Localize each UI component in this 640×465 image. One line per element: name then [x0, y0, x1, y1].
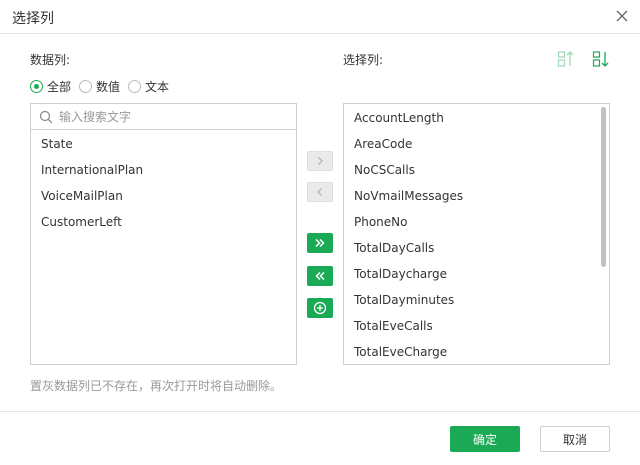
- dialog-titlebar: 选择列: [0, 0, 640, 34]
- column-type-filter: 全部 数值 文本: [30, 78, 169, 95]
- list-scrollbar[interactable]: [601, 107, 606, 267]
- search-box: [31, 104, 296, 130]
- double-chevron-right-icon: [315, 238, 325, 248]
- list-item[interactable]: AccountLength: [354, 111, 444, 125]
- ok-button[interactable]: 确定: [450, 426, 520, 452]
- sort-descending-icon[interactable]: [592, 49, 610, 69]
- selected-columns-label: 选择列:: [343, 53, 384, 67]
- selected-columns-list: AccountLength AreaCode NoCSCalls NoVmail…: [343, 103, 610, 365]
- add-column-button[interactable]: [307, 298, 333, 318]
- list-item[interactable]: State: [41, 137, 73, 151]
- filter-text-radio[interactable]: 文本: [128, 78, 169, 95]
- filter-all-radio[interactable]: 全部: [30, 78, 71, 95]
- radio-unchecked-icon: [128, 80, 142, 93]
- move-left-button[interactable]: [307, 182, 333, 202]
- chevron-right-icon: [318, 157, 323, 165]
- list-item[interactable]: PhoneNo: [354, 215, 408, 229]
- search-icon: [39, 110, 53, 124]
- move-all-right-button[interactable]: [307, 233, 333, 253]
- dialog-footer: 确定 取消: [0, 411, 640, 465]
- list-item[interactable]: CustomerLeft: [41, 215, 122, 229]
- list-item[interactable]: TotalEveCalls: [354, 319, 433, 333]
- list-item[interactable]: TotalDayminutes: [354, 293, 454, 307]
- filter-numeric-label: 数值: [96, 80, 121, 94]
- search-input[interactable]: [59, 107, 289, 127]
- list-item[interactable]: TotalEveCharge: [354, 345, 447, 359]
- list-item[interactable]: NoVmailMessages: [354, 189, 463, 203]
- list-item[interactable]: TotalDayCalls: [354, 241, 434, 255]
- move-all-left-button[interactable]: [307, 266, 333, 286]
- move-right-button[interactable]: [307, 151, 333, 171]
- select-columns-dialog: 选择列 数据列: 选择列: 全部 数值 文本 输入搜索文字 State Inte…: [0, 0, 640, 465]
- chevron-left-icon: [317, 188, 322, 196]
- list-item[interactable]: AreaCode: [354, 137, 412, 151]
- data-columns-list: State InternationalPlan VoiceMailPlan Cu…: [30, 103, 297, 365]
- list-item[interactable]: VoiceMailPlan: [41, 189, 123, 203]
- sort-ascending-icon[interactable]: [557, 49, 575, 69]
- list-item[interactable]: TotalDaycharge: [354, 267, 447, 281]
- plus-circle-icon: [313, 301, 327, 315]
- hint-text: 置灰数据列已不存在，再次打开时将自动删除。: [30, 379, 283, 393]
- list-item[interactable]: InternationalPlan: [41, 163, 143, 177]
- radio-unchecked-icon: [79, 80, 93, 93]
- filter-text-label: 文本: [145, 80, 170, 94]
- filter-all-label: 全部: [47, 80, 72, 94]
- filter-numeric-radio[interactable]: 数值: [79, 78, 120, 95]
- list-item[interactable]: NoCSCalls: [354, 163, 415, 177]
- double-chevron-left-icon: [315, 271, 325, 281]
- cancel-button[interactable]: 取消: [540, 426, 610, 452]
- dialog-title: 选择列: [12, 11, 54, 27]
- data-columns-label: 数据列:: [30, 53, 71, 67]
- close-icon[interactable]: [614, 8, 630, 24]
- radio-checked-icon: [30, 80, 43, 93]
